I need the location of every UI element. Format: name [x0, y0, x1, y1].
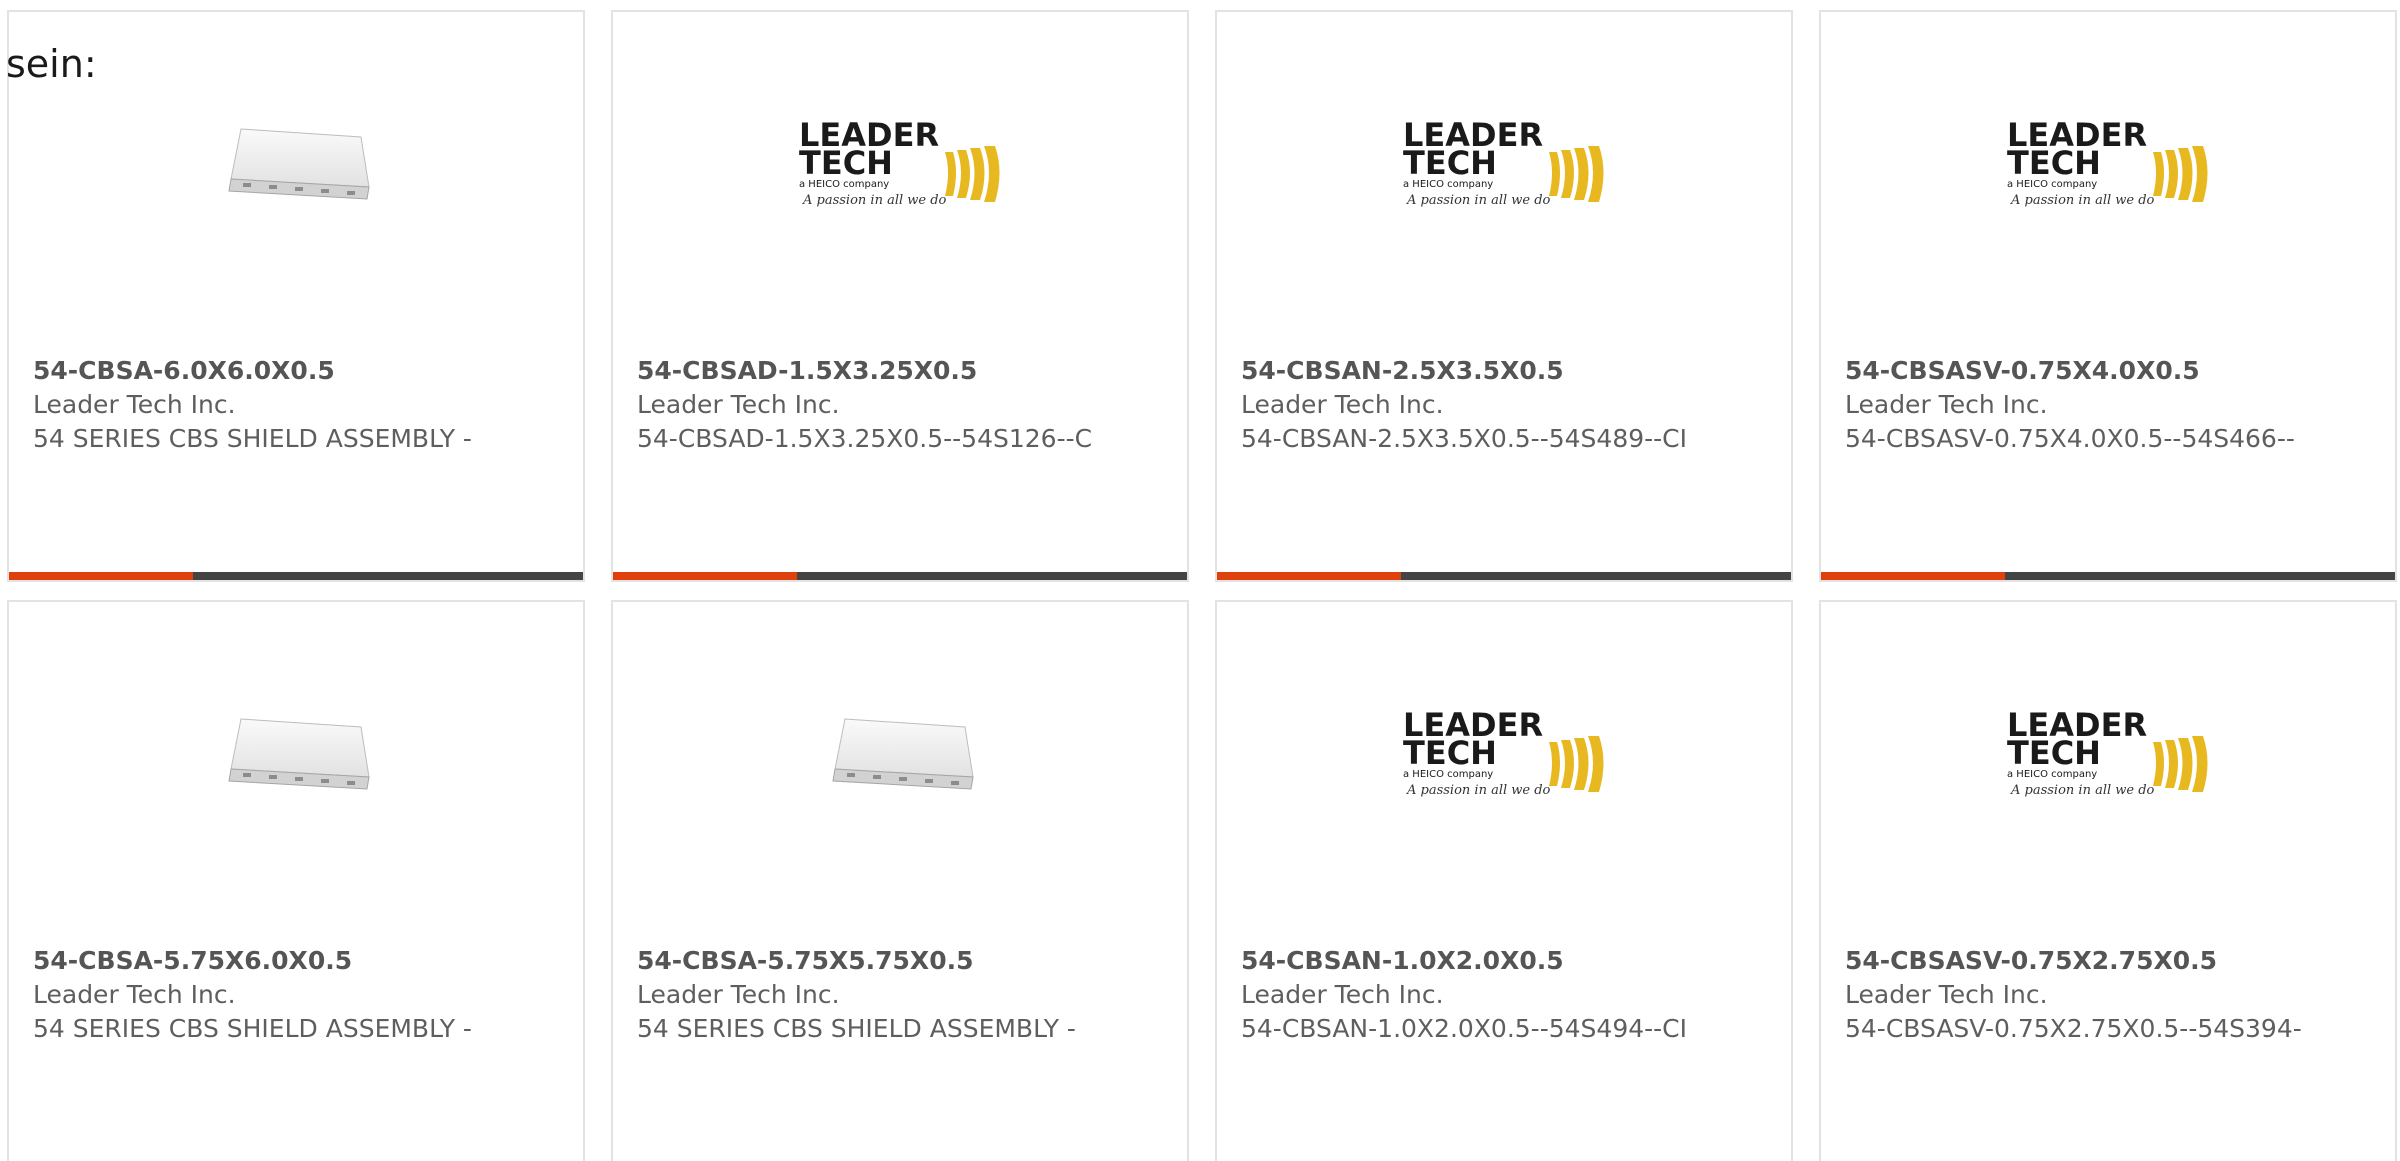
- product-part-number[interactable]: 54-CBSASV-0.75X4.0X0.5: [1845, 354, 2305, 388]
- card-footer-bar: [613, 572, 1187, 580]
- product-info: 54-CBSASV-0.75X4.0X0.5 Leader Tech Inc. …: [1845, 354, 2305, 456]
- svg-text:A passion in all we do: A passion in all we do: [802, 193, 947, 208]
- product-part-number[interactable]: 54-CBSAD-1.5X3.25X0.5: [637, 354, 1097, 388]
- svg-text:a HEICO company: a HEICO company: [2007, 179, 2097, 190]
- product-manufacturer: Leader Tech Inc.: [33, 390, 236, 419]
- product-info: 54-CBSAN-2.5X3.5X0.5 Leader Tech Inc. 54…: [1241, 354, 1701, 456]
- svg-text:TECH: TECH: [799, 144, 893, 182]
- leader-tech-logo-icon: LEADER TECH a HEICO company A passion in…: [1403, 706, 1604, 798]
- product-card[interactable]: LEADER TECH a HEICO company A passion in…: [1819, 600, 2397, 1161]
- svg-text:A passion in all we do: A passion in all we do: [1406, 193, 1551, 208]
- product-description: 54 SERIES CBS SHIELD ASSEMBLY -: [33, 424, 472, 453]
- shield-product-image: [832, 718, 974, 790]
- product-grid-page: 54-CBSA-6.0X6.0X0.5 Leader Tech Inc. 54 …: [0, 0, 2400, 1161]
- svg-text:a HEICO company: a HEICO company: [2007, 769, 2097, 780]
- product-manufacturer: Leader Tech Inc.: [1845, 390, 2048, 419]
- svg-text:a HEICO company: a HEICO company: [1403, 179, 1493, 190]
- svg-text:TECH: TECH: [2007, 734, 2101, 772]
- product-part-number[interactable]: 54-CBSA-5.75X5.75X0.5: [637, 944, 1097, 978]
- card-footer-accent: [613, 572, 797, 580]
- product-info: 54-CBSASV-0.75X2.75X0.5 Leader Tech Inc.…: [1845, 944, 2305, 1046]
- product-info: 54-CBSA-5.75X5.75X0.5 Leader Tech Inc. 5…: [637, 944, 1097, 1046]
- product-manufacturer: Leader Tech Inc.: [1241, 980, 1444, 1009]
- product-thumbnail[interactable]: [9, 662, 583, 842]
- product-card[interactable]: LEADER TECH a HEICO company A passion in…: [1215, 10, 1793, 582]
- card-footer-bar: [1217, 572, 1791, 580]
- product-part-number[interactable]: 54-CBSA-6.0X6.0X0.5: [33, 354, 493, 388]
- product-thumbnail[interactable]: LEADER TECH a HEICO company A passion in…: [613, 72, 1187, 252]
- product-description: 54 SERIES CBS SHIELD ASSEMBLY -: [637, 1014, 1076, 1043]
- card-footer-bar: [9, 572, 583, 580]
- card-footer-accent: [1217, 572, 1401, 580]
- product-card[interactable]: LEADER TECH a HEICO company A passion in…: [611, 10, 1189, 582]
- product-manufacturer: Leader Tech Inc.: [637, 390, 840, 419]
- product-card[interactable]: 54-CBSA-5.75X6.0X0.5 Leader Tech Inc. 54…: [7, 600, 585, 1161]
- product-description: 54-CBSASV-0.75X2.75X0.5--54S394-: [1845, 1014, 2302, 1043]
- product-card[interactable]: LEADER TECH a HEICO company A passion in…: [1215, 600, 1793, 1161]
- product-thumbnail[interactable]: LEADER TECH a HEICO company A passion in…: [1217, 662, 1791, 842]
- product-card[interactable]: 54-CBSA-5.75X5.75X0.5 Leader Tech Inc. 5…: [611, 600, 1189, 1161]
- product-info: 54-CBSAN-1.0X2.0X0.5 Leader Tech Inc. 54…: [1241, 944, 1701, 1046]
- svg-text:A passion in all we do: A passion in all we do: [2010, 783, 2155, 798]
- product-description: 54 SERIES CBS SHIELD ASSEMBLY -: [33, 1014, 472, 1043]
- product-card[interactable]: 54-CBSA-6.0X6.0X0.5 Leader Tech Inc. 54 …: [7, 10, 585, 582]
- product-description: 54-CBSASV-0.75X4.0X0.5--54S466--: [1845, 424, 2295, 453]
- shield-product-image: [228, 718, 370, 790]
- svg-text:a HEICO company: a HEICO company: [799, 179, 889, 190]
- card-footer-bar: [1821, 572, 2395, 580]
- product-part-number[interactable]: 54-CBSAN-1.0X2.0X0.5: [1241, 944, 1701, 978]
- product-description: 54-CBSAN-2.5X3.5X0.5--54S489--CI: [1241, 424, 1687, 453]
- leader-tech-logo-icon: LEADER TECH a HEICO company A passion in…: [799, 116, 1000, 208]
- svg-text:A passion in all we do: A passion in all we do: [2010, 193, 2155, 208]
- product-thumbnail[interactable]: LEADER TECH a HEICO company A passion in…: [1217, 72, 1791, 252]
- svg-text:TECH: TECH: [1403, 144, 1497, 182]
- product-card[interactable]: LEADER TECH a HEICO company A passion in…: [1819, 10, 2397, 582]
- svg-text:A passion in all we do: A passion in all we do: [1406, 783, 1551, 798]
- product-part-number[interactable]: 54-CBSA-5.75X6.0X0.5: [33, 944, 493, 978]
- product-thumbnail[interactable]: [9, 72, 583, 252]
- product-description: 54-CBSAN-1.0X2.0X0.5--54S494--CI: [1241, 1014, 1687, 1043]
- shield-product-image: [228, 128, 370, 200]
- leader-tech-logo-icon: LEADER TECH a HEICO company A passion in…: [2007, 116, 2208, 208]
- svg-text:TECH: TECH: [1403, 734, 1497, 772]
- product-manufacturer: Leader Tech Inc.: [33, 980, 236, 1009]
- svg-text:a HEICO company: a HEICO company: [1403, 769, 1493, 780]
- product-info: 54-CBSA-5.75X6.0X0.5 Leader Tech Inc. 54…: [33, 944, 493, 1046]
- product-part-number[interactable]: 54-CBSAN-2.5X3.5X0.5: [1241, 354, 1701, 388]
- product-description: 54-CBSAD-1.5X3.25X0.5--54S126--C: [637, 424, 1093, 453]
- product-manufacturer: Leader Tech Inc.: [1845, 980, 2048, 1009]
- leader-tech-logo-icon: LEADER TECH a HEICO company A passion in…: [2007, 706, 2208, 798]
- product-info: 54-CBSAD-1.5X3.25X0.5 Leader Tech Inc. 5…: [637, 354, 1097, 456]
- leader-tech-logo-icon: LEADER TECH a HEICO company A passion in…: [1403, 116, 1604, 208]
- product-thumbnail[interactable]: LEADER TECH a HEICO company A passion in…: [1821, 662, 2395, 842]
- card-footer-accent: [1821, 572, 2005, 580]
- product-part-number[interactable]: 54-CBSASV-0.75X2.75X0.5: [1845, 944, 2305, 978]
- product-thumbnail[interactable]: LEADER TECH a HEICO company A passion in…: [1821, 72, 2395, 252]
- product-manufacturer: Leader Tech Inc.: [637, 980, 840, 1009]
- section-heading: sein:: [6, 42, 97, 86]
- product-thumbnail[interactable]: [613, 662, 1187, 842]
- product-manufacturer: Leader Tech Inc.: [1241, 390, 1444, 419]
- product-info: 54-CBSA-6.0X6.0X0.5 Leader Tech Inc. 54 …: [33, 354, 493, 456]
- svg-text:TECH: TECH: [2007, 144, 2101, 182]
- card-footer-accent: [9, 572, 193, 580]
